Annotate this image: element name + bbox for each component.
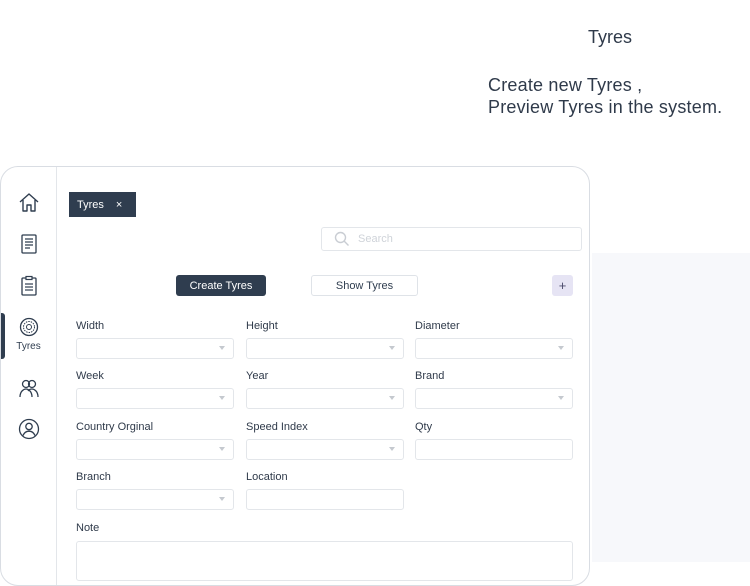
receipt-icon — [20, 234, 37, 254]
width-label: Width — [76, 320, 105, 332]
sidebar-item-tyres[interactable]: Tyres — [1, 317, 56, 352]
chevron-down-icon — [389, 346, 395, 350]
diameter-select[interactable] — [415, 338, 573, 359]
branch-label: Branch — [76, 471, 111, 483]
tab-label: Tyres — [77, 198, 104, 211]
week-select[interactable] — [76, 388, 234, 409]
brand-select[interactable] — [415, 388, 573, 409]
tyre-icon — [19, 317, 38, 337]
note-label: Note — [76, 522, 100, 534]
sidebar-item-home[interactable] — [1, 191, 56, 213]
year-label: Year — [246, 370, 269, 382]
sidebar: Tyres — [1, 167, 57, 585]
sidebar-item-label: Tyres — [16, 341, 41, 352]
chevron-down-icon — [219, 396, 225, 400]
note-textarea[interactable] — [76, 541, 573, 581]
sidebar-item-profile[interactable] — [1, 418, 56, 440]
speed-index-select[interactable] — [246, 439, 404, 460]
user-circle-icon — [18, 418, 39, 440]
hero-description: Create new Tyres , Preview Tyres in the … — [488, 74, 722, 118]
country-label: Country Orginal — [76, 421, 154, 433]
background-panel — [592, 253, 750, 562]
height-select[interactable] — [246, 338, 404, 359]
brand-label: Brand — [415, 370, 445, 382]
height-label: Height — [246, 320, 278, 332]
location-label: Location — [246, 471, 288, 483]
show-tyres-button[interactable]: Show Tyres — [311, 275, 418, 296]
qty-input[interactable] — [415, 439, 573, 460]
year-select[interactable] — [246, 388, 404, 409]
chevron-down-icon — [219, 447, 225, 451]
tab-close-icon[interactable]: × — [116, 199, 122, 211]
chevron-down-icon — [219, 346, 225, 350]
users-icon — [18, 379, 39, 398]
hero-description-line2: Preview Tyres in the system. — [488, 97, 723, 117]
location-input[interactable] — [246, 489, 404, 510]
sidebar-item-invoice[interactable] — [1, 233, 56, 255]
hero-title: Tyres — [587, 27, 632, 47]
hero-description-line1: Create new Tyres , — [488, 75, 643, 95]
home-icon — [19, 193, 38, 212]
search-icon — [334, 231, 349, 246]
speed-index-label: Speed Index — [246, 421, 308, 433]
tab-tyres[interactable]: Tyres × — [69, 192, 136, 217]
chevron-down-icon — [219, 497, 225, 501]
add-button[interactable]: + — [552, 275, 573, 296]
chevron-down-icon — [558, 396, 564, 400]
week-label: Week — [76, 370, 104, 382]
search-input[interactable] — [356, 232, 560, 246]
width-select[interactable] — [76, 338, 234, 359]
sidebar-item-orders[interactable] — [1, 275, 56, 297]
chevron-down-icon — [389, 447, 395, 451]
chevron-down-icon — [558, 346, 564, 350]
chevron-down-icon — [389, 396, 395, 400]
create-tyres-button[interactable]: Create Tyres — [176, 275, 266, 296]
clipboard-icon — [20, 275, 37, 296]
branch-select[interactable] — [76, 489, 234, 510]
diameter-label: Diameter — [415, 320, 460, 332]
qty-label: Qty — [415, 421, 433, 433]
sidebar-item-customers[interactable] — [1, 377, 56, 399]
search-box[interactable] — [321, 227, 582, 251]
app-window: Tyres Tyres × Create Tyres — [0, 166, 590, 586]
country-select[interactable] — [76, 439, 234, 460]
